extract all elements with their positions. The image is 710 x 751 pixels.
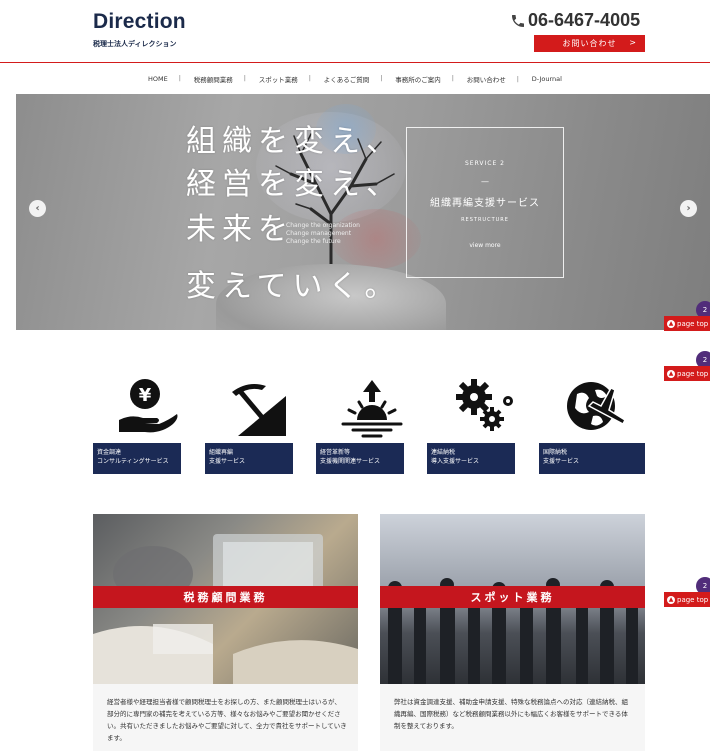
sunrise-icon <box>341 380 403 438</box>
hero-line-2: 経営を変え、 <box>186 167 402 202</box>
logo-main-text: Direction <box>93 10 186 33</box>
contact-button-label: お問い合わせ <box>562 39 617 48</box>
service-link-innovation[interactable]: 経営革新等 支援機関関連サービス <box>316 443 404 474</box>
hero-line-1: 組織を変え、 <box>186 124 402 159</box>
hero-english-text: Change the organization Change managemen… <box>286 222 360 246</box>
yen-hand-icon: ¥ <box>119 379 178 433</box>
header-divider <box>0 62 710 63</box>
gears-icon <box>456 379 513 431</box>
phone-text: 06-6467-4005 <box>528 10 641 30</box>
service-link-restructure[interactable]: 組織再編 支援サービス <box>205 443 293 474</box>
hero-slider: 組織を変え、 経営を変え、 未来を 変えていく。 Change the orga… <box>16 94 710 330</box>
phone-icon <box>512 14 524 27</box>
page-top-button[interactable]: ▲ page top <box>664 366 710 381</box>
card-tax-advisory[interactable]: 税務顧問業務 経営者様や経理担当者様で顧問税理士をお探しの方、また顧問税理士はい… <box>93 514 358 751</box>
hero-en-line-2: Change management <box>286 230 352 237</box>
nav-item-djournal[interactable]: D-Journal <box>517 75 575 83</box>
card-spot[interactable]: スポット業務 弊社は資金調達支援、補助金申請支援、特殊な税務論点への対応（連結納… <box>380 514 645 751</box>
service-label-line1: 国際納税 <box>543 449 568 456</box>
logo[interactable]: Direction 税理士法人ディレクション <box>93 10 186 50</box>
service-label-line1: 組織再編 <box>209 449 234 456</box>
page-top-label: page top <box>677 595 709 604</box>
chevron-right-icon: > <box>629 38 637 47</box>
svg-text:¥: ¥ <box>139 385 152 406</box>
hero-line-3: 未来を <box>186 212 294 247</box>
nav-item-faq[interactable]: よくあるご質問 <box>309 74 383 84</box>
service-label-line1: 資金調達 <box>97 449 122 456</box>
card-description: 経営者様や経理担当者様で顧問税理士をお探しの方、また顧問税理士はいるが、部分的に… <box>107 698 347 742</box>
slider-prev-button[interactable]: ‹ <box>29 200 46 217</box>
chevron-right-icon: › <box>686 203 691 214</box>
nav-item-spot[interactable]: スポット業務 <box>244 74 311 84</box>
service-label-line1: 経営革新等 <box>320 449 351 456</box>
main-nav: HOME 税務顧問業務 スポット業務 よくあるご質問 事務所のご案内 お問い合わ… <box>0 66 710 92</box>
logo-sub-text: 税理士法人ディレクション <box>93 40 177 48</box>
chevron-left-icon: ‹ <box>35 203 40 214</box>
card-title-band: スポット業務 <box>380 586 645 608</box>
service-label-line2: 支援サービス <box>543 458 580 465</box>
service-label-line2: コンサルティングサービス <box>97 458 169 465</box>
card-description: 弊社は資金調達支援、補助金申請支援、特殊な税務論点への対応（連結納税、組織再編、… <box>394 698 628 730</box>
page-top-button[interactable]: ▲ page top <box>664 316 710 331</box>
contact-button[interactable]: お問い合わせ > <box>534 35 645 52</box>
service-label-line2: 支援サービス <box>209 458 246 465</box>
page-top-button[interactable]: ▲ page top <box>664 592 710 607</box>
page-top-label: page top <box>677 369 709 378</box>
service-link-funding[interactable]: 資金調達 コンサルティングサービス <box>93 443 181 474</box>
hero-view-more-link[interactable]: view more <box>469 242 500 249</box>
nav-item-home[interactable]: HOME <box>135 75 181 83</box>
arrow-up-icon: ▲ <box>667 319 675 328</box>
service-link-consolidated-tax[interactable]: 連結納税 導入支援サービス <box>427 443 515 474</box>
service-label-line2: 導入支援サービス <box>431 458 480 465</box>
hero-line-4: 変えていく。 <box>186 269 401 304</box>
service-label-line2: 支援機関関連サービス <box>320 458 381 465</box>
hero-en-line-3: Change the future <box>286 238 341 245</box>
hero-en-line-1: Change the organization <box>286 222 360 229</box>
service-label-line1: 連結納税 <box>431 449 456 456</box>
nav-item-contact[interactable]: お問い合わせ <box>452 74 519 84</box>
page-top-label: page top <box>677 319 709 328</box>
hero-service-dash: — <box>481 177 489 186</box>
nav-item-tax-advisory[interactable]: 税務顧問業務 <box>179 74 246 84</box>
globe-airplane-icon <box>567 382 626 430</box>
arrow-up-icon: ▲ <box>667 595 675 604</box>
mountain-pickaxe-icon <box>232 384 286 436</box>
hero-service-box[interactable]: SERVICE 2 — 組織再編支援サービス RESTRUCTURE view … <box>406 127 564 278</box>
slider-next-button[interactable]: › <box>680 200 697 217</box>
hero-service-number: SERVICE 2 <box>464 160 506 167</box>
arrow-up-icon: ▲ <box>667 369 675 378</box>
hero-service-en: RESTRUCTURE <box>461 217 509 223</box>
card-title-band: 税務顧問業務 <box>93 586 358 608</box>
service-link-international-tax[interactable]: 国際納税 支援サービス <box>539 443 645 474</box>
phone-number[interactable]: 06-6467-4005 <box>510 10 640 31</box>
hero-service-title: 組織再編支援サービス <box>430 198 540 209</box>
nav-item-office[interactable]: 事務所のご案内 <box>380 74 454 84</box>
